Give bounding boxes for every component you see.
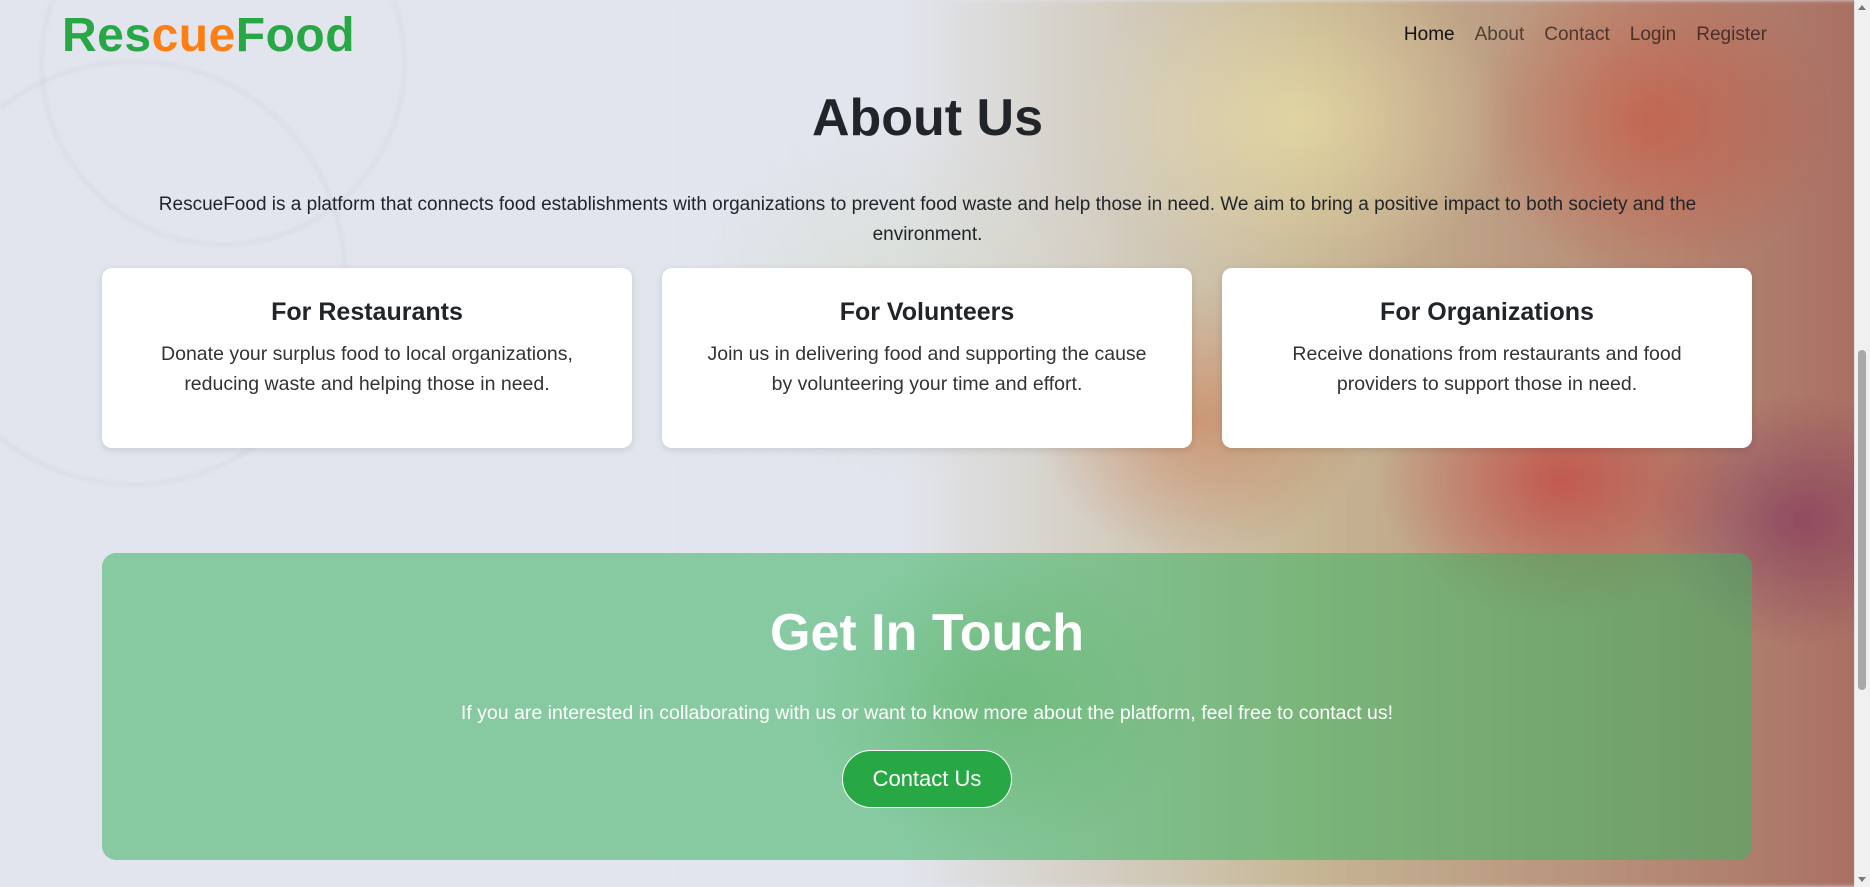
logo-text-cue: cue (151, 9, 236, 62)
card-title: For Restaurants (271, 298, 463, 326)
brand-logo[interactable]: RescueFood (62, 8, 355, 63)
card-text: Donate your surplus food to local organi… (161, 343, 573, 395)
vertical-scrollbar[interactable] (1854, 0, 1870, 887)
feature-cards: For Restaurants Donate your surplus food… (102, 268, 1752, 448)
about-description: RescueFood is a platform that connects f… (158, 194, 1697, 245)
scroll-down-arrow-icon[interactable] (1858, 877, 1866, 882)
contact-us-button[interactable]: Contact Us (842, 750, 1012, 808)
card-text: Receive donations from restaurants and f… (1292, 343, 1682, 395)
logo-text-food: Food (235, 9, 356, 62)
navbar: RescueFood Home About Contact Login Regi… (0, 0, 1855, 76)
card-organizations: For Organizations Receive donations from… (1222, 268, 1752, 448)
nav-link-login[interactable]: Login (1630, 24, 1677, 46)
nav-link-home[interactable]: Home (1404, 24, 1455, 46)
logo-text-res: Res (62, 9, 152, 62)
scrollbar-thumb[interactable] (1858, 350, 1866, 690)
card-restaurants: For Restaurants Donate your surplus food… (102, 268, 632, 448)
card-title: For Volunteers (839, 298, 1015, 326)
nav-link-register[interactable]: Register (1696, 24, 1767, 46)
card-volunteers: For Volunteers Join us in delivering foo… (662, 268, 1192, 448)
card-text: Join us in delivering food and supportin… (707, 343, 1147, 395)
get-in-touch-section: Get In Touch If you are interested in co… (102, 553, 1752, 860)
nav-link-contact[interactable]: Contact (1544, 24, 1609, 46)
about-title: About Us (811, 89, 1044, 147)
get-in-touch-title: Get In Touch (770, 604, 1084, 662)
card-title: For Organizations (1380, 298, 1594, 326)
nav-link-about[interactable]: About (1475, 24, 1525, 46)
scroll-up-arrow-icon[interactable] (1858, 5, 1866, 10)
nav-links: Home About Contact Login Register (1404, 24, 1767, 46)
get-in-touch-text: If you are interested in collaborating w… (460, 702, 1394, 724)
